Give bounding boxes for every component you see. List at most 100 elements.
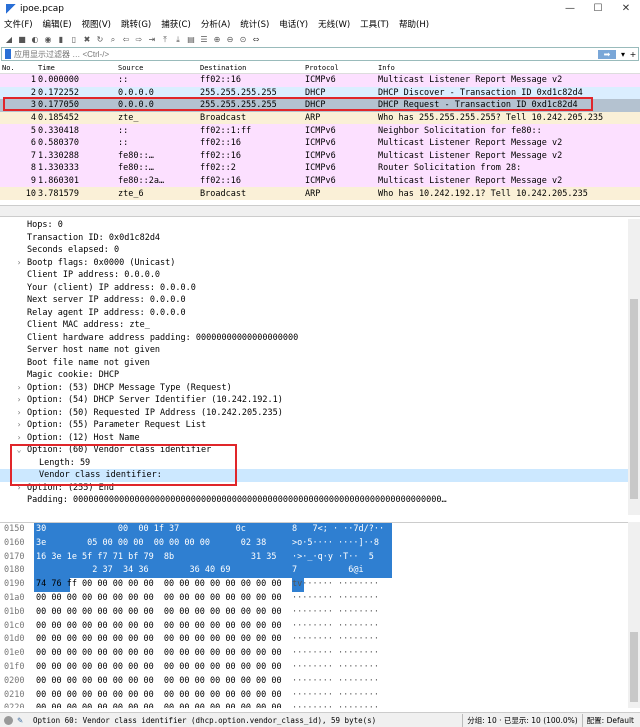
back-icon[interactable]: ⇦ bbox=[121, 35, 131, 45]
hex-bytes[interactable]: 00 00 00 00 00 00 00 00 00 00 00 00 00 0… bbox=[34, 592, 292, 606]
expand-arrow-icon[interactable]: › bbox=[14, 407, 24, 420]
expand-arrow-icon[interactable]: › bbox=[14, 432, 24, 445]
menu-item[interactable]: 无线(W) bbox=[318, 18, 350, 32]
find-icon[interactable]: ⌕ bbox=[108, 35, 118, 45]
detail-line[interactable]: › Option: (54) DHCP Server Identifier (10… bbox=[0, 394, 628, 407]
close-button[interactable]: ✕ bbox=[612, 0, 640, 18]
hex-bytes[interactable]: 74 76 ff 00 00 00 00 00 00 00 00 00 00 0… bbox=[34, 578, 292, 592]
detail-line[interactable]: Your (client) IP address: 0.0.0.0 bbox=[0, 282, 628, 295]
packet-row[interactable]: 10 3.781579 zte_6 Broadcast ARP Who has 10.24… bbox=[0, 187, 640, 200]
hex-ascii[interactable]: ········ ········ bbox=[292, 647, 392, 661]
goto-icon[interactable]: ⇥ bbox=[147, 35, 157, 45]
hex-bytes[interactable]: 30 00 00 1f 37 0c bbox=[34, 523, 292, 537]
hex-bytes[interactable]: 16 3e 1e 5f f7 71 bf 79 8b 31 35 bbox=[34, 550, 292, 565]
detail-line[interactable]: Client hardware address padding: 0000000… bbox=[0, 332, 628, 345]
expand-arrow-icon[interactable]: › bbox=[14, 382, 24, 395]
packet-row[interactable]: 8 1.330333 fe80::… ff02::2 ICMPv6 Router Soli… bbox=[0, 162, 640, 175]
menu-item[interactable]: 工具(T) bbox=[360, 18, 389, 32]
expert-info-icon[interactable] bbox=[4, 715, 13, 725]
colorize-icon[interactable]: ☰ bbox=[199, 35, 209, 45]
apply-filter-button[interactable]: ➡ bbox=[598, 49, 616, 59]
options-icon[interactable]: ◉ bbox=[43, 35, 53, 45]
detail-line[interactable]: Server host name not given bbox=[0, 344, 628, 357]
hex-bytes[interactable]: 00 00 00 00 00 00 00 00 00 00 00 00 00 0… bbox=[34, 606, 292, 620]
detail-line[interactable]: Magic cookie: DHCP bbox=[0, 369, 628, 382]
open-icon[interactable]: ▮ bbox=[56, 35, 66, 45]
zoom-out-icon[interactable]: ⊖ bbox=[225, 35, 235, 45]
detail-line[interactable]: Seconds elapsed: 0 bbox=[0, 244, 628, 257]
hex-ascii[interactable]: ········ ········ bbox=[292, 633, 392, 647]
hex-ascii[interactable]: ········ ········ bbox=[292, 689, 392, 703]
capture-comment-icon[interactable]: ✎ bbox=[17, 716, 27, 725]
expand-arrow-icon[interactable]: › bbox=[14, 419, 24, 432]
bookmark-icon[interactable] bbox=[5, 49, 11, 59]
details-scrollbar[interactable] bbox=[628, 219, 640, 515]
stop-icon[interactable]: ■ bbox=[17, 35, 27, 45]
detail-line[interactable]: Client IP address: 0.0.0.0 bbox=[0, 269, 628, 282]
hex-bytes[interactable]: 3e 05 00 00 00 00 00 00 00 02 38 bbox=[34, 536, 292, 551]
add-filter-button[interactable]: + bbox=[628, 50, 638, 59]
shark-start-icon[interactable]: ◢ bbox=[4, 35, 14, 45]
detail-line[interactable]: Relay agent IP address: 0.0.0.0 bbox=[0, 307, 628, 320]
filter-history-dropdown[interactable]: ▾ bbox=[618, 50, 628, 59]
detail-line[interactable]: Padding: 0000000000000000000000000000000… bbox=[0, 494, 628, 507]
zoom-in-icon[interactable]: ⊕ bbox=[212, 35, 222, 45]
hex-ascii[interactable]: 7 6@i bbox=[292, 564, 392, 579]
reload-icon[interactable]: ↻ bbox=[95, 35, 105, 45]
menu-item[interactable]: 电话(Y) bbox=[279, 18, 308, 32]
forward-icon[interactable]: ⇨ bbox=[134, 35, 144, 45]
hex-bytes[interactable]: 00 00 00 00 00 00 00 00 00 00 00 00 00 0… bbox=[34, 620, 292, 634]
expand-arrow-icon[interactable]: › bbox=[14, 257, 24, 270]
hex-bytes[interactable]: 00 00 00 00 00 00 00 00 00 00 00 00 00 0… bbox=[34, 675, 292, 689]
packet-row[interactable]: 5 0.330418:: ff02::1:ff ICMPv6 Neighbor Soli… bbox=[0, 124, 640, 137]
hex-ascii[interactable]: ········ ········ bbox=[292, 661, 392, 675]
packet-row[interactable]: 1 0.000000:: ff02::16 ICMPv6 Multicast Liste… bbox=[0, 74, 640, 87]
menu-item[interactable]: 跳转(G) bbox=[121, 18, 151, 32]
column-header[interactable]: Destination bbox=[200, 64, 305, 72]
detail-line[interactable]: Boot file name not given bbox=[0, 357, 628, 370]
detail-line[interactable]: › Option: (53) DHCP Message Type (Request… bbox=[0, 382, 628, 395]
menu-item[interactable]: 统计(S) bbox=[240, 18, 269, 32]
hex-bytes[interactable]: 00 00 00 00 00 00 00 00 00 00 00 00 00 0… bbox=[34, 647, 292, 661]
hex-ascii[interactable]: ········ ········ bbox=[292, 702, 392, 708]
hex-ascii[interactable]: ········ ········ bbox=[292, 592, 392, 606]
menu-item[interactable]: 文件(F) bbox=[4, 18, 33, 32]
menu-item[interactable]: 捕获(C) bbox=[161, 18, 191, 32]
hex-bytes[interactable]: 2 37 34 36 36 40 69 bbox=[34, 564, 292, 579]
column-header[interactable]: Protocol bbox=[305, 64, 378, 72]
hex-bytes[interactable]: 00 00 00 00 00 00 00 00 00 00 00 00 00 0… bbox=[34, 689, 292, 703]
column-header[interactable]: Info bbox=[378, 64, 640, 72]
profile-selector[interactable]: 配置: Default bbox=[587, 715, 634, 726]
zoom-normal-icon[interactable]: ⊙ bbox=[238, 35, 248, 45]
last-icon[interactable]: ⤓ bbox=[173, 35, 183, 45]
packet-row[interactable]: 4 0.185452 zte_ Broadcast ARP Who has 255.255… bbox=[0, 111, 640, 125]
menu-item[interactable]: 帮助(H) bbox=[399, 18, 429, 32]
detail-line[interactable]: Client MAC address: zte_ bbox=[0, 319, 628, 332]
file-icon[interactable]: ▯ bbox=[69, 35, 79, 45]
column-header[interactable]: Source bbox=[118, 64, 200, 72]
hex-bytes[interactable]: 00 00 00 00 00 00 00 00 00 00 00 00 00 0… bbox=[34, 633, 292, 647]
expand-arrow-icon[interactable]: › bbox=[14, 394, 24, 407]
hex-ascii[interactable]: ········ ········ bbox=[292, 675, 392, 689]
detail-line[interactable]: Next server IP address: 0.0.0.0 bbox=[0, 294, 628, 307]
packet-row[interactable]: 9 1.860301 fe80::2a… ff02::16 ICMPv6 Multicas… bbox=[0, 174, 640, 188]
menu-item[interactable]: 视图(V) bbox=[82, 18, 111, 32]
packet-row[interactable]: 6 0.580370:: ff02::16 ICMPv6 Multicast Liste… bbox=[0, 136, 640, 150]
packet-row[interactable]: 7 1.330288 fe80::… ff02::16 ICMPv6 Multicast … bbox=[0, 149, 640, 163]
column-header[interactable]: No. bbox=[0, 64, 38, 72]
hex-ascii[interactable]: tv······ ········ bbox=[292, 578, 392, 592]
hex-ascii[interactable]: 8 7<; · ··7d/?·· bbox=[292, 523, 392, 537]
detail-line[interactable]: › Bootp flags: 0x0000 (Unicast) bbox=[0, 257, 628, 270]
maximize-button[interactable]: ☐ bbox=[584, 0, 612, 18]
detail-line[interactable]: Transaction ID: 0x0d1c82d4 bbox=[0, 232, 628, 245]
hex-ascii[interactable]: ·>·_·q·y ·T·· 5 bbox=[292, 550, 392, 565]
menu-item[interactable]: 编辑(E) bbox=[43, 18, 72, 32]
detail-line[interactable]: › Option: (50) Requested IP Address (10.2… bbox=[0, 407, 628, 420]
display-filter-input[interactable] bbox=[14, 49, 598, 59]
pane-splitter[interactable] bbox=[0, 205, 640, 217]
detail-line[interactable]: › Option: (55) Parameter Request List bbox=[0, 419, 628, 432]
first-icon[interactable]: ⤒ bbox=[160, 35, 170, 45]
detail-line[interactable]: Hops: 0 bbox=[0, 219, 628, 232]
hex-ascii[interactable]: ········ ········ bbox=[292, 606, 392, 620]
bytes-scrollbar[interactable] bbox=[628, 522, 640, 708]
